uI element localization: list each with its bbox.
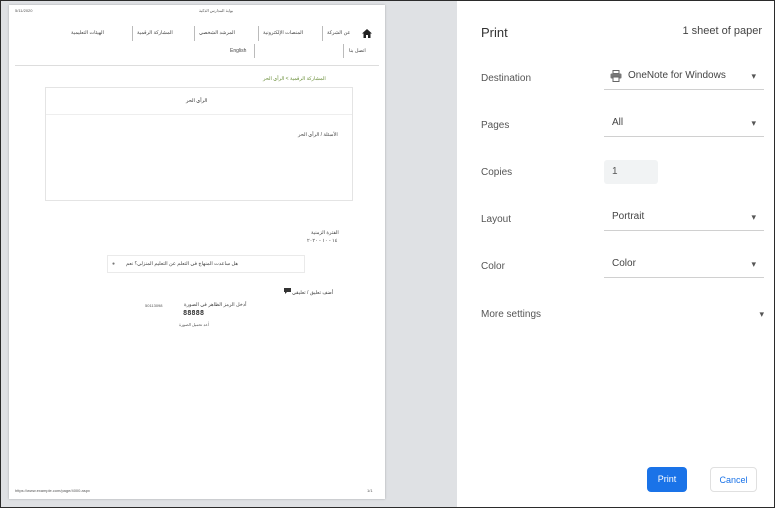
preview-nav-item-1: عن الشركة [327, 30, 351, 36]
nav-divider [254, 44, 255, 58]
preview-footer-page: 1/1 [367, 488, 373, 493]
chevron-down-icon: ▾ [751, 212, 756, 222]
copies-value: 1 [612, 166, 618, 177]
preview-date-label: الفترة الزمنية [311, 230, 339, 236]
printer-icon [610, 70, 622, 82]
chevron-down-icon[interactable]: ▾ [759, 309, 764, 320]
nav-divider [343, 44, 344, 58]
pages-select[interactable]: All ▾ [604, 112, 764, 137]
chevron-down-icon: ▾ [751, 118, 756, 128]
preview-nav-item-3: المرشد الشخصي [199, 30, 235, 36]
cancel-button[interactable]: Cancel [710, 467, 757, 492]
preview-captcha-hint: أعد تحميل الصورة [179, 322, 209, 327]
pages-value: All [612, 117, 624, 128]
print-title: Print [481, 25, 508, 40]
preview-question-text: هل ساعدت المنهاج في التعلم عن التعليم ال… [126, 261, 238, 267]
preview-page: 5/11/2020 بوابة المدارس الذكية عن الشركة… [9, 5, 385, 499]
preview-nav-item-2: المنصات الإلكترونية [263, 30, 304, 36]
color-select[interactable]: Color ▾ [604, 253, 764, 278]
nav-underline [15, 65, 379, 66]
preview-subject-value: الرأي الحر [186, 98, 208, 104]
color-label: Color [481, 261, 505, 272]
pages-label: Pages [481, 120, 510, 131]
preview-captcha-code: 50113098 [145, 303, 163, 308]
preview-comment-label: الأسئلة / الرأي الحر [298, 132, 338, 138]
layout-label: Layout [481, 214, 512, 225]
chevron-down-icon: ▾ [751, 71, 756, 81]
copies-label: Copies [481, 167, 513, 178]
chevron-down-icon: ▾ [751, 259, 756, 269]
preview-nav-item-4: المشاركة الرقمية [137, 30, 173, 36]
nav-divider [322, 26, 323, 41]
preview-nav-contact: اتصل بنا [349, 48, 366, 54]
print-settings-panel: Print 1 sheet of paper Destination OneNo… [457, 1, 774, 507]
preview-question-marker: ● [112, 261, 116, 267]
preview-question-row: ● هل ساعدت المنهاج في التعلم عن التعليم … [107, 255, 305, 273]
nav-divider [258, 26, 259, 41]
color-value: Color [612, 258, 636, 269]
preview-comments-link: أضف تعليق / تعليقي [292, 290, 334, 296]
preview-captcha-image: 88888 [183, 309, 205, 317]
preview-captcha-label: أدخل الرمز الظاهر في الصورة [184, 302, 247, 308]
nav-divider [194, 26, 195, 41]
comment-icon [284, 288, 291, 294]
print-button[interactable]: Print [647, 467, 687, 492]
layout-value: Portrait [612, 211, 645, 222]
home-icon [362, 29, 372, 38]
preview-header-title: بوابة المدارس الذكية [199, 8, 234, 13]
preview-nav-item-5: الهيئات التعليمية [71, 30, 104, 36]
preview-subject-field: الرأي الحر [46, 88, 352, 115]
print-preview-area[interactable]: 5/11/2020 بوابة المدارس الذكية عن الشركة… [1, 1, 457, 507]
preview-footer-url: https://www.example.com/page/4000.aspx [15, 488, 90, 493]
destination-value: OneNote for Windows [628, 70, 726, 81]
destination-select[interactable]: OneNote for Windows ▾ [604, 65, 764, 90]
sheet-count: 1 sheet of paper [682, 25, 762, 37]
copies-input[interactable]: 1 [604, 160, 658, 184]
preview-header-date: 5/11/2020 [15, 8, 33, 13]
nav-divider [132, 26, 133, 41]
preview-form-box: الرأي الحر الأسئلة / الرأي الحر [45, 87, 353, 201]
preview-date-value: ١٤ - ١٠ - ٢٠٢٠ [307, 238, 338, 244]
preview-nav-english: English [230, 48, 247, 54]
destination-label: Destination [481, 73, 532, 84]
more-settings-toggle[interactable]: More settings [481, 309, 541, 320]
preview-breadcrumb: المشاركة الرقمية > الرأي الحر [263, 76, 326, 82]
layout-select[interactable]: Portrait ▾ [604, 206, 764, 231]
